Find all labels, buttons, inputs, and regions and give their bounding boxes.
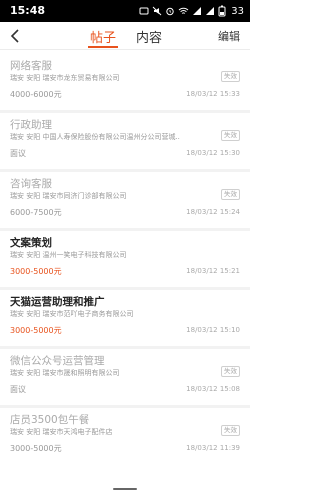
status-badge: 失效 <box>221 425 240 436</box>
job-salary: 4000-6000元 <box>10 90 62 99</box>
screenshot-icon <box>139 7 149 15</box>
job-date: 18/03/12 15:21 <box>186 267 240 275</box>
job-salary: 3000-5000元 <box>10 326 62 335</box>
chevron-left-icon[interactable] <box>6 26 26 46</box>
job-salary: 3000-5000元 <box>10 444 62 453</box>
status-badge: 失效 <box>221 71 240 82</box>
job-card[interactable]: 店员3500包午餐 瑞安 安阳 瑞安市天鸿电子配件店 失效 3000-5000元… <box>0 405 250 464</box>
job-card[interactable]: 天猫运营助理和推广 瑞安 安阳 瑞安市范吖电子商务有限公司 3000-5000元… <box>0 287 250 346</box>
job-date: 18/03/12 15:10 <box>186 326 240 334</box>
status-time: 15:48 <box>10 4 46 17</box>
status-badge: 失效 <box>221 366 240 377</box>
job-date: 18/03/12 15:08 <box>186 385 240 393</box>
status-icons: 33 <box>139 3 244 19</box>
nav-bar: 帖子 内容 编辑 <box>0 22 250 50</box>
job-date: 18/03/12 11:39 <box>186 444 240 452</box>
job-title: 店员3500包午餐 <box>10 414 90 426</box>
home-indicator[interactable] <box>113 488 137 490</box>
job-list: 网络客服 瑞安 安阳 瑞安市龙东贸易有限公司 失效 4000-6000元 18/… <box>0 51 250 464</box>
job-title: 咨询客服 <box>10 178 52 190</box>
mute-icon <box>152 6 162 16</box>
signal-icon-2 <box>206 7 215 15</box>
job-card[interactable]: 行政助理 瑞安 安阳 中国人寿保险股份有限公司温州分公司营城... 失效 面议 … <box>0 110 250 169</box>
job-card[interactable]: 咨询客服 瑞安 安阳 瑞安市同济门诊部有限公司 失效 6000-7500元 18… <box>0 169 250 228</box>
job-title: 行政助理 <box>10 119 52 131</box>
job-company: 瑞安 安阳 瑞安市龙东贸易有限公司 <box>10 74 120 82</box>
job-company: 瑞安 安阳 瑞安市天鸿电子配件店 <box>10 428 113 436</box>
job-card[interactable]: 网络客服 瑞安 安阳 瑞安市龙东贸易有限公司 失效 4000-6000元 18/… <box>0 54 250 110</box>
wifi-icon <box>178 7 189 14</box>
job-title: 网络客服 <box>10 60 52 72</box>
job-date: 18/03/12 15:33 <box>186 90 240 98</box>
active-tab-indicator <box>88 46 118 48</box>
job-salary: 6000-7500元 <box>10 208 62 217</box>
battery-level: 33 <box>231 5 244 17</box>
job-date: 18/03/12 15:24 <box>186 208 240 216</box>
job-company: 瑞安 安阳 中国人寿保险股份有限公司温州分公司营城... <box>10 133 180 141</box>
job-title: 文案策划 <box>10 237 52 249</box>
job-company: 瑞安 安阳 瑞安市同济门诊部有限公司 <box>10 192 127 200</box>
battery-icon <box>218 5 226 17</box>
job-salary: 面议 <box>10 149 26 158</box>
job-salary: 3000-5000元 <box>10 267 62 276</box>
tab-posts[interactable]: 帖子 <box>90 27 116 46</box>
job-title: 微信公众号运营管理 <box>10 355 105 367</box>
edit-button[interactable]: 编辑 <box>218 28 240 44</box>
job-company: 瑞安 安阳 瑞安市范吖电子商务有限公司 <box>10 310 134 318</box>
job-date: 18/03/12 15:30 <box>186 149 240 157</box>
alarm-icon <box>166 7 174 16</box>
job-salary: 面议 <box>10 385 26 394</box>
job-card[interactable]: 微信公众号运营管理 瑞安 安阳 瑞安市晟和照明有限公司 失效 面议 18/03/… <box>0 346 250 405</box>
tab-content[interactable]: 内容 <box>136 27 162 46</box>
job-card[interactable]: 文案策划 瑞安 安阳 温州一笑电子科技有限公司 3000-5000元 18/03… <box>0 228 250 287</box>
status-badge: 失效 <box>221 189 240 200</box>
status-bar: 15:48 33 <box>0 0 250 22</box>
job-title: 天猫运营助理和推广 <box>10 296 105 308</box>
job-company: 瑞安 安阳 瑞安市晟和照明有限公司 <box>10 369 120 377</box>
status-badge: 失效 <box>221 130 240 141</box>
job-company: 瑞安 安阳 温州一笑电子科技有限公司 <box>10 251 127 259</box>
signal-icon <box>193 7 202 15</box>
